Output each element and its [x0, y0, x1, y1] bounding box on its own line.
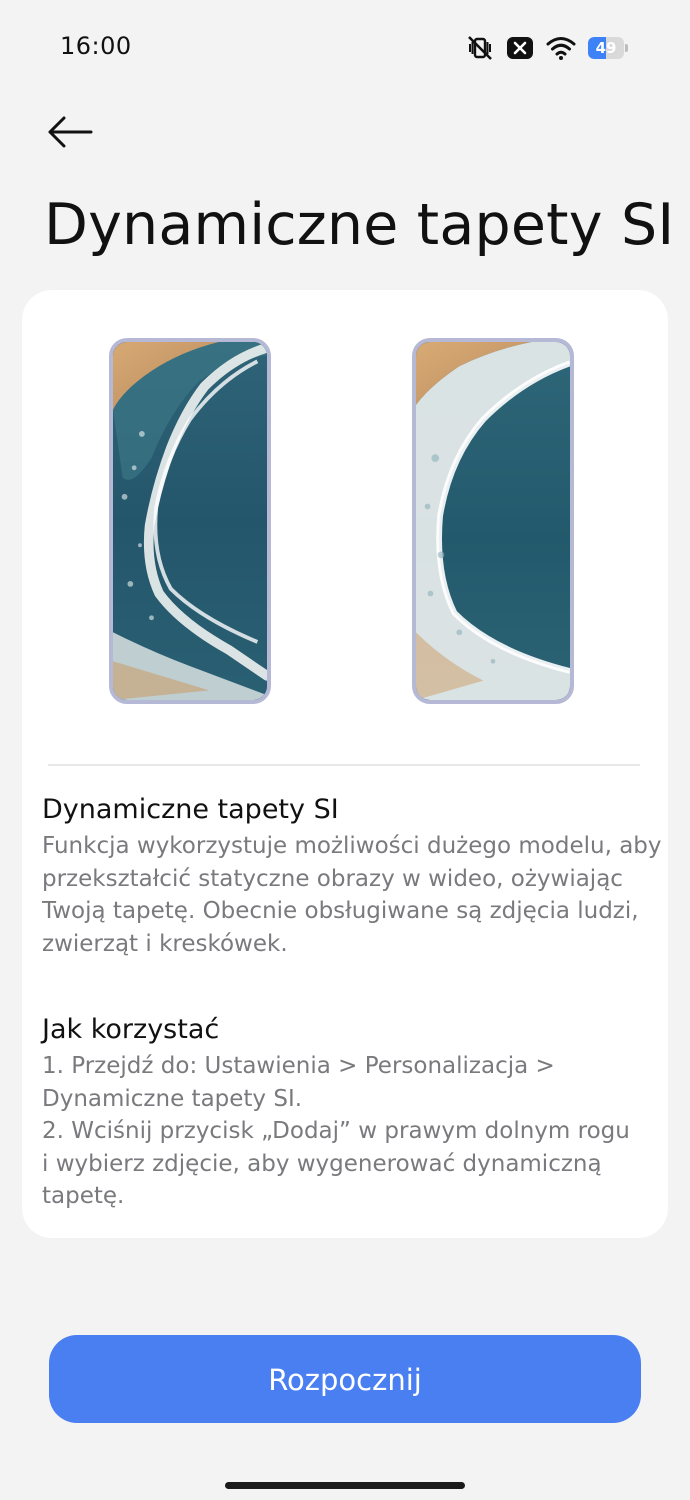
- status-time: 16:00: [60, 32, 132, 60]
- body-line: zwierząt i kreskówek.: [42, 930, 288, 957]
- body-line: Dynamiczne tapety SI.: [42, 1085, 303, 1112]
- back-button[interactable]: [40, 108, 100, 160]
- arrow-left-icon: [47, 116, 93, 152]
- body-line: Twoją tapetę. Obecnie obsługiwane są zdj…: [42, 898, 639, 924]
- page-title: Dynamiczne tapety SI: [44, 192, 675, 258]
- battery-level: 49: [595, 39, 617, 57]
- notification-x-icon: [506, 35, 534, 61]
- section-body-how-to: 1. Przejdź do: Ustawienia > Personalizac…: [42, 1050, 652, 1213]
- section-body-about: Funkcja wykorzystuje możliwości dużego m…: [42, 830, 662, 960]
- battery-cap: [625, 44, 628, 52]
- wifi-icon: [546, 35, 576, 61]
- wallpaper-preview-after: [412, 338, 574, 704]
- section-title-how-to: Jak korzystać: [42, 1014, 220, 1045]
- beach-wave-image: [416, 342, 570, 700]
- beach-wave-image: [113, 342, 267, 700]
- body-line: Funkcja wykorzystuje możliwości dużego m…: [42, 833, 662, 859]
- info-card: Dynamiczne tapety SI Funkcja wykorzystuj…: [22, 290, 668, 1238]
- body-line: 1. Przejdź do: Ustawienia > Personalizac…: [42, 1053, 555, 1079]
- body-line: tapetę.: [42, 1183, 125, 1209]
- section-title-about: Dynamiczne tapety SI: [42, 794, 339, 825]
- status-bar: 16:00 49: [0, 0, 690, 96]
- body-line: i wybierz zdjęcie, aby wygenerować dynam…: [42, 1150, 602, 1177]
- divider: [48, 764, 640, 766]
- vibrate-off-icon: [466, 34, 494, 62]
- status-icons: 49: [466, 34, 628, 62]
- wallpaper-preview-before: [109, 338, 271, 704]
- start-button[interactable]: Rozpocznij: [49, 1335, 641, 1423]
- body-line: 2. Wciśnij przycisk „Dodaj” w prawym dol…: [42, 1118, 630, 1144]
- home-indicator[interactable]: [225, 1482, 465, 1489]
- battery-icon: 49: [588, 37, 628, 59]
- body-line: przekształcić statyczne obrazy w wideo, …: [42, 865, 623, 892]
